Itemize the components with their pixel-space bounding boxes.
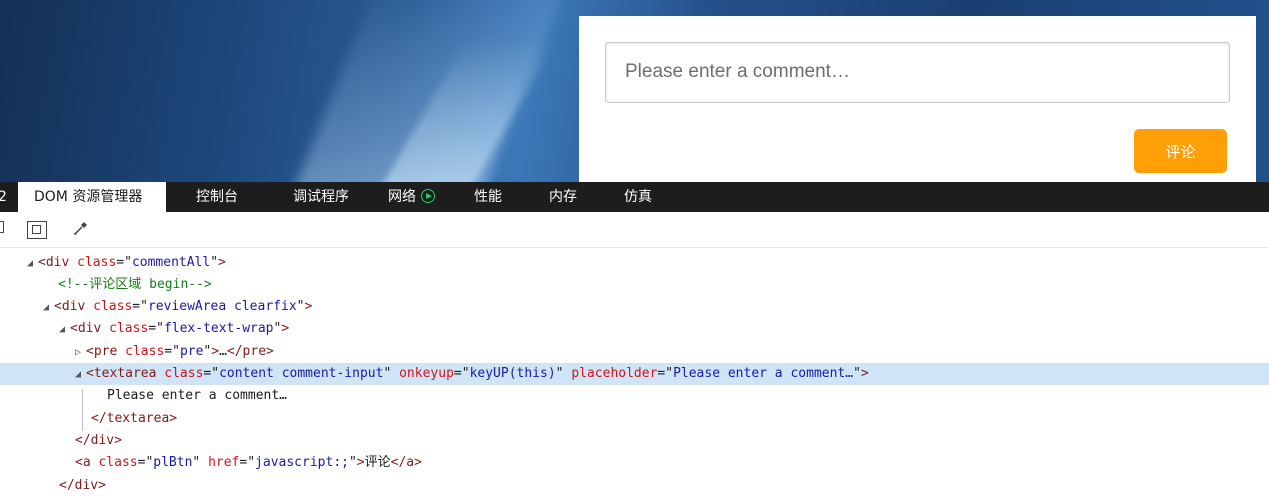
attr-value: Please enter a comment… bbox=[673, 366, 854, 381]
submit-comment-button[interactable]: 评论 bbox=[1134, 129, 1227, 173]
dom-node-row[interactable]: ▷ <pre class="pre">…</pre> bbox=[0, 341, 1269, 363]
tab-network[interactable]: 网络 bbox=[388, 182, 435, 212]
text-node: 评论 bbox=[364, 455, 391, 470]
attr-value: plBtn bbox=[153, 455, 193, 470]
select-element-icon[interactable] bbox=[0, 221, 4, 233]
closing-tag: </pre> bbox=[226, 344, 274, 359]
attr-value: flex-text-wrap bbox=[163, 321, 274, 336]
devtools-toolbar bbox=[0, 212, 1269, 248]
tab-network-label: 网络 bbox=[388, 189, 416, 205]
text-node: Please enter a comment… bbox=[107, 388, 288, 403]
dom-node-row[interactable]: ◢ <div class="reviewArea clearfix"> bbox=[0, 296, 1269, 318]
comment-input[interactable] bbox=[605, 42, 1230, 103]
attr-value: reviewArea clearfix bbox=[147, 299, 297, 314]
tab-debugger[interactable]: 调试程序 bbox=[293, 182, 349, 212]
attr-value: pre bbox=[179, 344, 204, 359]
dom-node-row[interactable]: <a class="plBtn" href="javascript:;">评论<… bbox=[0, 452, 1269, 474]
attr-name: class bbox=[77, 255, 117, 270]
tab-emulation[interactable]: 仿真 bbox=[624, 182, 652, 212]
collapse-triangle-icon[interactable]: ◢ bbox=[70, 364, 86, 386]
tree-guide-line bbox=[82, 389, 83, 431]
tab-memory[interactable]: 内存 bbox=[549, 182, 577, 212]
collapse-triangle-icon[interactable]: ◢ bbox=[22, 253, 38, 275]
dom-close-row[interactable]: </div> bbox=[0, 430, 1269, 452]
dom-close-row[interactable]: </textarea> bbox=[0, 408, 1269, 430]
collapse-triangle-icon[interactable]: ◢ bbox=[54, 319, 70, 341]
comment-panel: 评论 bbox=[579, 16, 1256, 182]
dom-tree: ◢ <div class="commentAll"> <!--评论区域 begin… bbox=[0, 251, 1269, 502]
tab-dom-explorer[interactable]: DOM 资源管理器 bbox=[18, 182, 166, 212]
attr-value: javascript:; bbox=[255, 455, 349, 470]
tab-console[interactable]: 控制台 bbox=[196, 182, 238, 212]
attr-name: placeholder bbox=[571, 366, 658, 381]
attr-name: class bbox=[93, 299, 133, 314]
attr-value: content comment-input bbox=[219, 366, 384, 381]
dom-comment-row[interactable]: <!--评论区域 begin--> bbox=[0, 274, 1269, 296]
closing-tag: </div> bbox=[75, 433, 122, 448]
dom-node-row[interactable]: ◢ <div class="flex-text-wrap"> bbox=[0, 318, 1269, 340]
html-comment: <!--评论区域 begin--> bbox=[58, 277, 212, 292]
closing-tag: </textarea> bbox=[91, 411, 178, 426]
attr-name: href bbox=[208, 455, 240, 470]
box-model-icon[interactable] bbox=[27, 221, 47, 239]
page-preview: 评论 bbox=[0, 0, 1269, 182]
attr-name: class bbox=[98, 455, 138, 470]
dom-close-row[interactable]: </div> bbox=[0, 475, 1269, 497]
dom-node-row-selected[interactable]: ◢ <textarea class="content comment-input"… bbox=[0, 363, 1269, 385]
attr-name: class bbox=[109, 321, 149, 336]
record-icon bbox=[421, 189, 435, 203]
collapsed-ellipsis: … bbox=[219, 344, 227, 359]
expand-triangle-icon[interactable]: ▷ bbox=[70, 342, 86, 364]
attr-name: onkeyup bbox=[399, 366, 454, 381]
attr-name: class bbox=[125, 344, 165, 359]
dom-text-row[interactable]: Please enter a comment… bbox=[0, 385, 1269, 407]
devtools-tab-bar: 2 DOM 资源管理器 控制台 调试程序 网络 性能 内存 仿真 bbox=[0, 182, 1269, 212]
closing-tag: </div> bbox=[59, 478, 106, 493]
tab-performance[interactable]: 性能 bbox=[474, 182, 502, 212]
attr-value: commentAll bbox=[131, 255, 211, 270]
attr-name: class bbox=[164, 366, 204, 381]
collapse-triangle-icon[interactable]: ◢ bbox=[38, 297, 54, 319]
eyedropper-icon[interactable] bbox=[72, 219, 90, 237]
tab-partial[interactable]: 2 bbox=[0, 182, 8, 212]
dom-node-row[interactable]: ◢ <div class="commentAll"> bbox=[0, 252, 1269, 274]
attr-value: keyUP(this) bbox=[469, 366, 556, 381]
closing-tag: </a> bbox=[390, 455, 422, 470]
